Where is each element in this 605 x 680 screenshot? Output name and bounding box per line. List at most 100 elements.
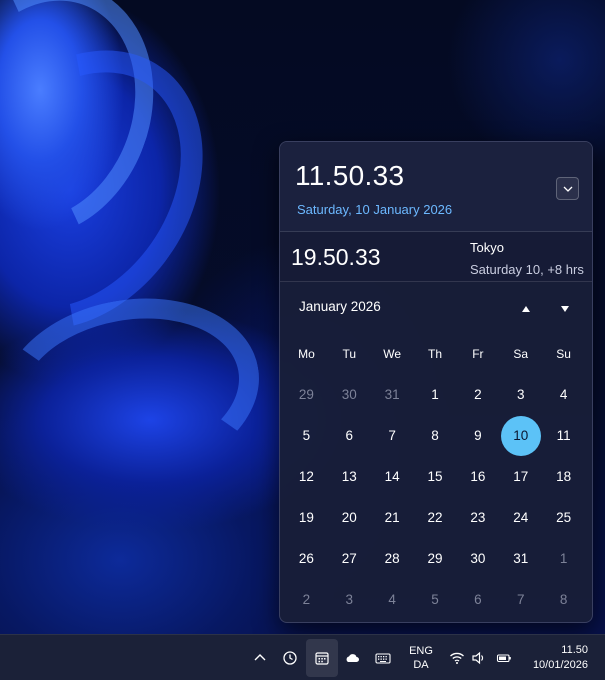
month-label[interactable]: January 2026 <box>299 299 381 314</box>
calendar-day-today[interactable]: 10 <box>499 415 542 456</box>
calendar-day-label: 2 <box>474 387 482 402</box>
calendar-day[interactable]: 20 <box>328 497 371 538</box>
calendar-day[interactable]: 30 <box>328 374 371 415</box>
touch-keyboard-button[interactable] <box>369 644 397 672</box>
triangle-up-icon <box>522 306 530 312</box>
calendar-day-label: 22 <box>427 510 443 525</box>
chevron-up-icon <box>254 654 266 661</box>
calendar-day-label: 4 <box>388 592 396 607</box>
calendar-day-label: 5 <box>431 592 439 607</box>
calendar-day[interactable]: 9 <box>456 415 499 456</box>
calendar-day[interactable]: 25 <box>542 497 585 538</box>
calendar-day[interactable]: 4 <box>542 374 585 415</box>
clock-section: 11.50.33 Saturday, 10 January 2026 <box>280 142 592 232</box>
weekday-header: Fr <box>472 347 484 361</box>
calendar-day[interactable]: 28 <box>371 538 414 579</box>
calendar-day-label: 12 <box>298 469 314 484</box>
calendar-day-label: 29 <box>298 387 314 402</box>
calendar-day[interactable]: 7 <box>371 415 414 456</box>
calendar-day-label: 26 <box>298 551 314 566</box>
calendar-day[interactable]: 16 <box>456 456 499 497</box>
calendar-day[interactable]: 17 <box>499 456 542 497</box>
calendar-day-label: 13 <box>341 469 357 484</box>
clock-tray-button[interactable] <box>276 644 304 672</box>
calendar-day[interactable]: 18 <box>542 456 585 497</box>
calendar-grid: Mo Tu We Th Fr Sa Su 29 30 31 1 2 3 4 5 6 7 8 9 10 11 12 13 14 1… <box>285 334 585 620</box>
show-hidden-icons-button[interactable] <box>246 644 274 672</box>
calendar-day[interactable]: 31 <box>499 538 542 579</box>
calendar-day-label: 8 <box>431 428 439 443</box>
calendar-day[interactable]: 19 <box>285 497 328 538</box>
calendar-day-label: 29 <box>427 551 443 566</box>
calendar-day-label: 1 <box>431 387 439 402</box>
calendar-day-label: 9 <box>474 428 482 443</box>
world-clock-offset: Saturday 10, +8 hrs <box>470 262 584 277</box>
current-date[interactable]: Saturday, 10 January 2026 <box>297 202 452 217</box>
calendar-day-label: 3 <box>345 592 354 607</box>
calendar-day[interactable]: 7 <box>499 579 542 620</box>
calendar-day-label: 30 <box>341 387 357 402</box>
calendar-day[interactable]: 5 <box>414 579 457 620</box>
calendar-day[interactable]: 14 <box>371 456 414 497</box>
taskbar-clock[interactable]: 11.50 10/01/2026 <box>533 643 588 673</box>
calendar-day[interactable]: 13 <box>328 456 371 497</box>
current-time: 11.50.33 <box>295 160 405 191</box>
calendar-day-label: 6 <box>345 428 354 443</box>
calendar-day[interactable]: 29 <box>414 538 457 579</box>
calendar-day[interactable]: 26 <box>285 538 328 579</box>
calendar-day-label: 8 <box>559 592 568 607</box>
keyboard-icon <box>375 653 391 664</box>
calendar-day-label: 18 <box>556 469 572 484</box>
taskbar-date: 10/01/2026 <box>532 659 588 671</box>
volume-icon <box>472 651 484 665</box>
wifi-icon <box>450 652 464 664</box>
previous-month-button[interactable] <box>513 296 539 322</box>
calendar-day[interactable]: 22 <box>414 497 457 538</box>
calendar-day[interactable]: 1 <box>542 538 585 579</box>
calendar-day-label: 30 <box>470 551 486 566</box>
calendar-day[interactable]: 30 <box>456 538 499 579</box>
calendar-day[interactable]: 27 <box>328 538 371 579</box>
calendar-day[interactable]: 21 <box>371 497 414 538</box>
calendar-icon <box>315 652 329 665</box>
calendar-day-label: 14 <box>384 469 400 484</box>
volume-button[interactable] <box>465 644 493 672</box>
calendar-day[interactable]: 6 <box>456 579 499 620</box>
calendar-day-label: 4 <box>559 387 568 402</box>
calendar-day[interactable]: 23 <box>456 497 499 538</box>
calendar-day-label: 31 <box>384 387 400 402</box>
battery-button[interactable] <box>490 644 518 672</box>
calendar-day-label: 16 <box>470 469 486 484</box>
calendar-day[interactable]: 3 <box>328 579 371 620</box>
calendar-day[interactable]: 31 <box>371 374 414 415</box>
onedrive-button[interactable] <box>338 644 366 672</box>
calendar-day-label: 3 <box>516 387 525 402</box>
calendar-day[interactable]: 24 <box>499 497 542 538</box>
calendar-day[interactable]: 8 <box>414 415 457 456</box>
calendar-day-label: 31 <box>513 551 529 566</box>
calendar-day[interactable]: 8 <box>542 579 585 620</box>
calendar-day[interactable]: 2 <box>456 374 499 415</box>
calendar-day[interactable]: 12 <box>285 456 328 497</box>
calendar-day[interactable]: 1 <box>414 374 457 415</box>
calendar-day[interactable]: 5 <box>285 415 328 456</box>
triangle-down-icon <box>561 306 569 312</box>
weekday-header: We <box>383 347 402 361</box>
calendar-day[interactable]: 15 <box>414 456 457 497</box>
next-month-button[interactable] <box>552 296 578 322</box>
calendar-day[interactable]: 3 <box>499 374 542 415</box>
calendar-day[interactable]: 29 <box>285 374 328 415</box>
calendar-day[interactable]: 11 <box>542 415 585 456</box>
calendar-day[interactable]: 2 <box>285 579 328 620</box>
input-language-indicator[interactable]: ENG DA <box>406 644 436 672</box>
collapse-calendar-button[interactable] <box>556 177 579 200</box>
calendar-header: January 2026 <box>280 282 592 334</box>
calendar-day[interactable]: 6 <box>328 415 371 456</box>
calendar-tray-button[interactable] <box>306 639 338 677</box>
calendar-day-label: 25 <box>556 510 572 525</box>
calendar-day-label: 7 <box>388 428 396 443</box>
calendar-day[interactable]: 4 <box>371 579 414 620</box>
calendar-day-label: 7 <box>516 592 525 607</box>
calendar-day-label: 27 <box>341 551 357 566</box>
calendar-day-label: 2 <box>302 592 311 607</box>
